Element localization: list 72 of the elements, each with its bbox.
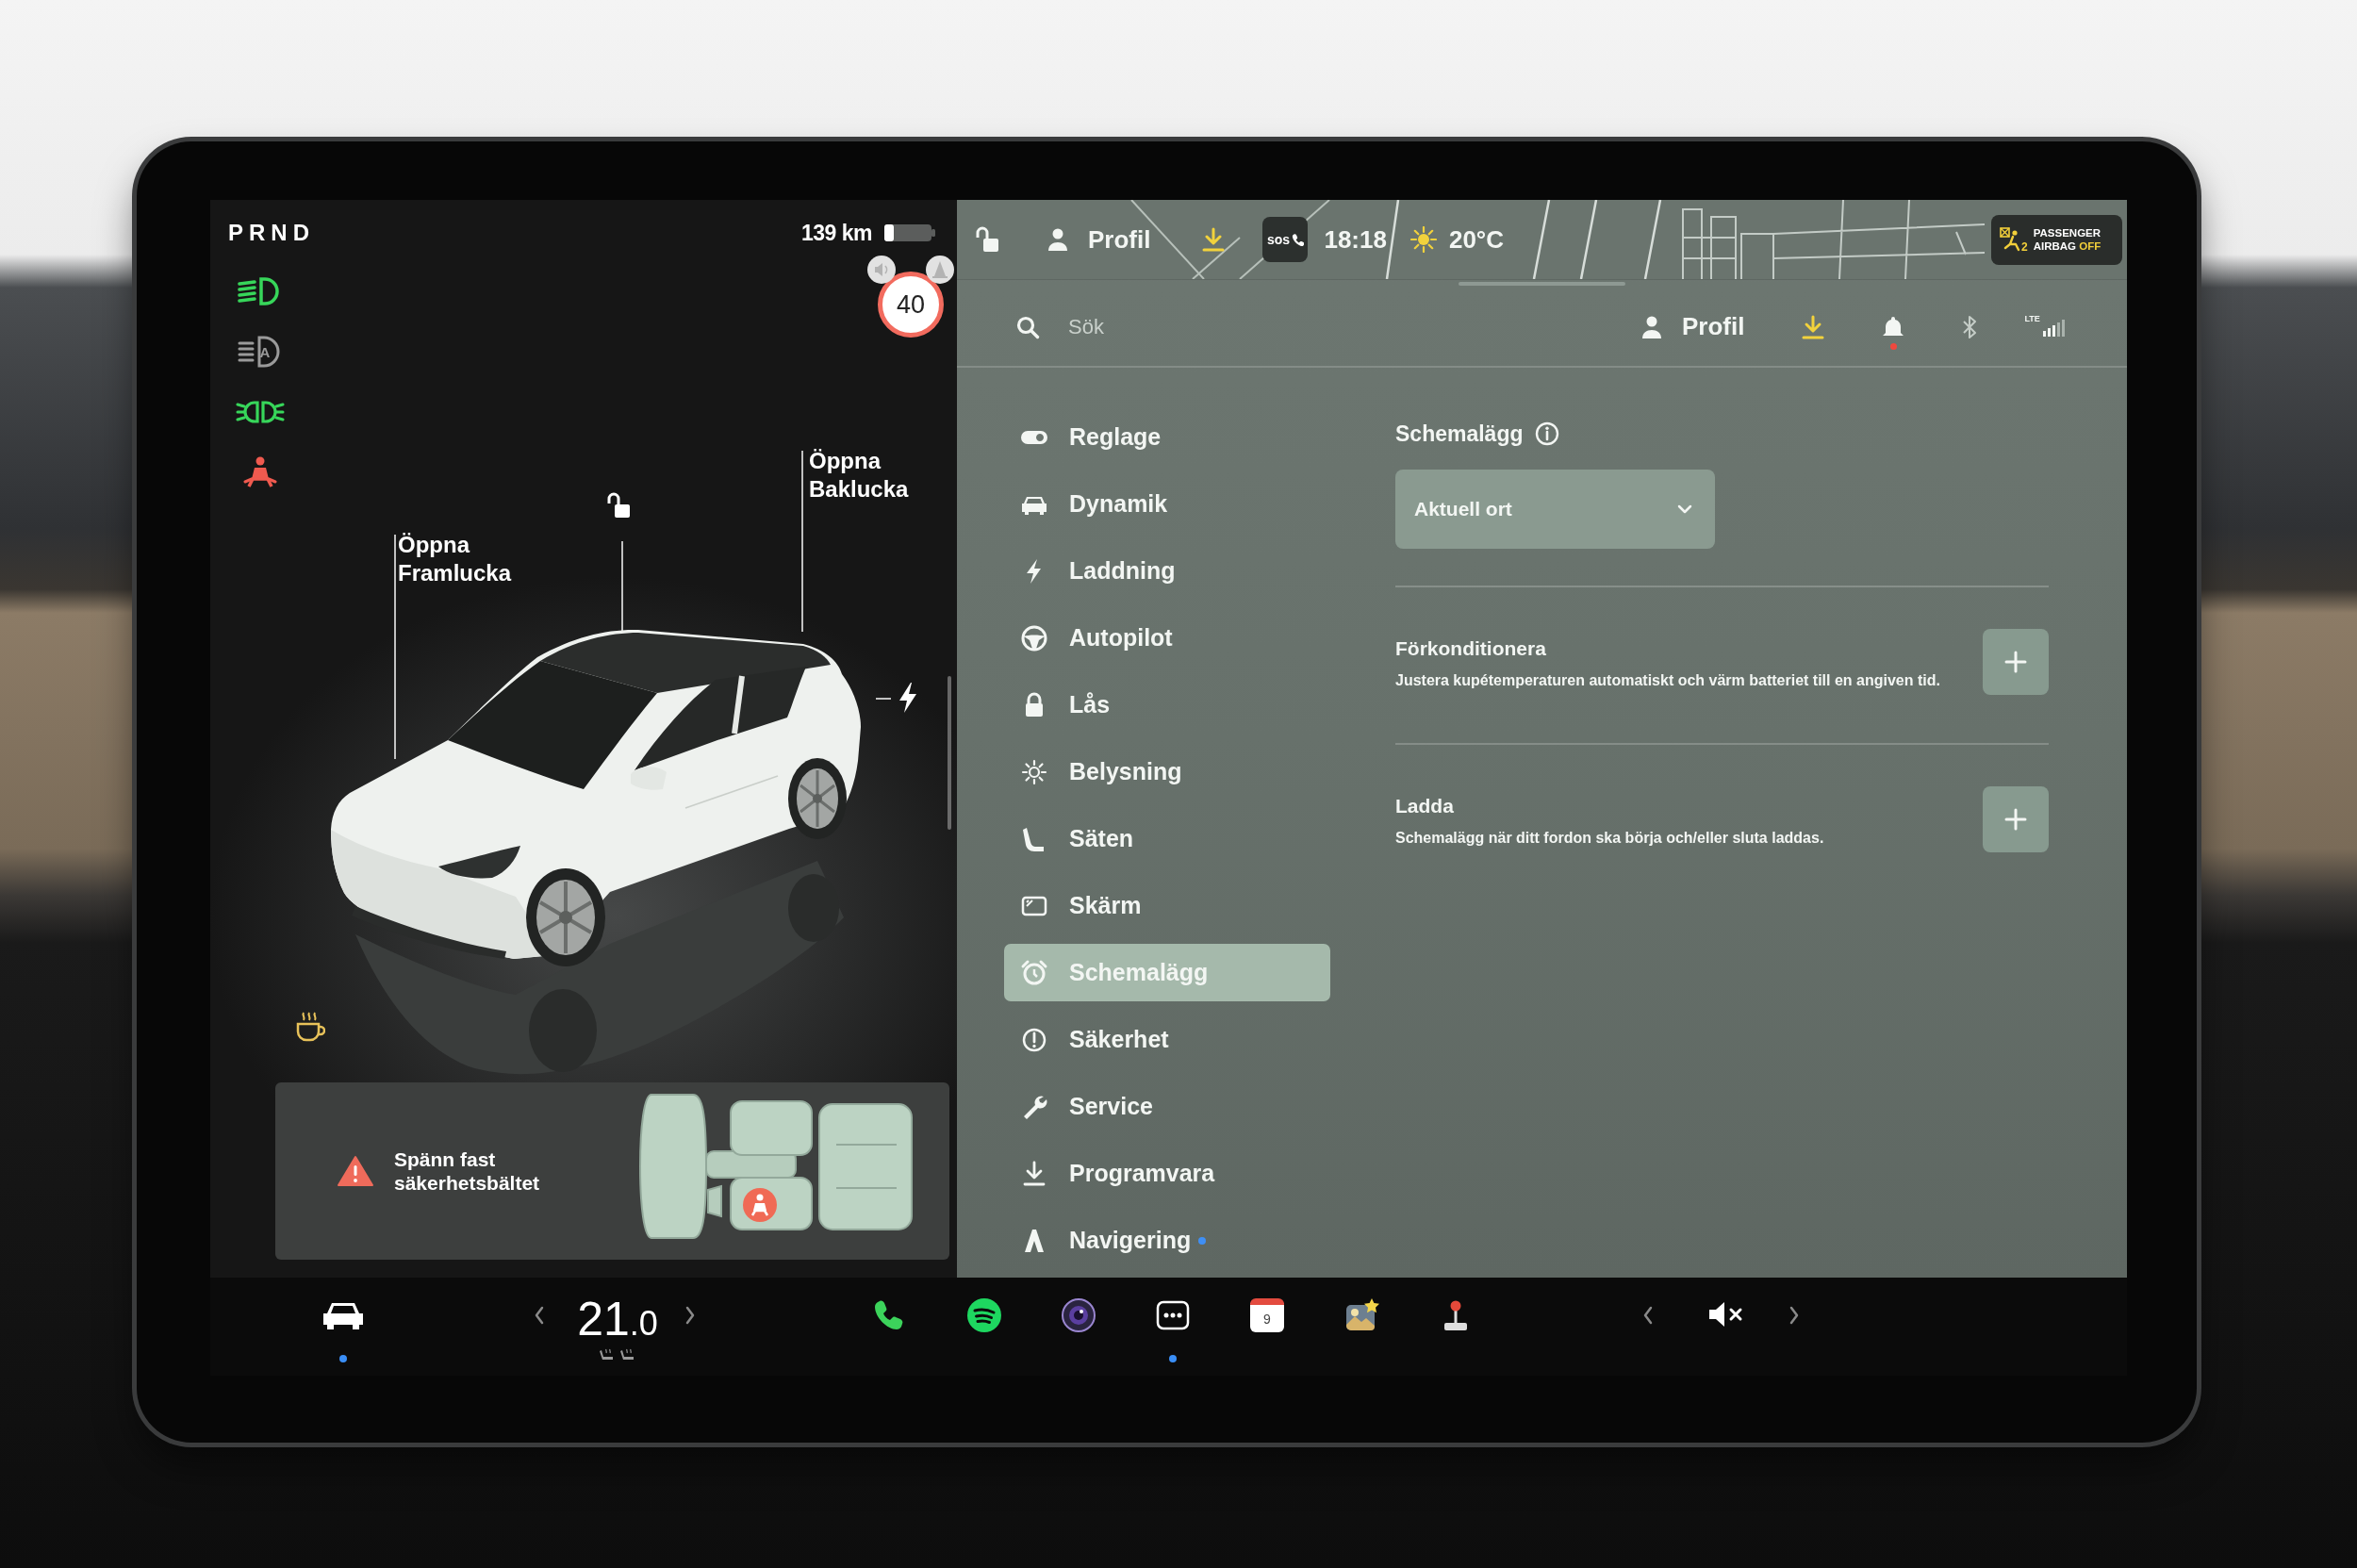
download-icon[interactable] bbox=[1801, 313, 1826, 340]
profile-button[interactable]: Profil bbox=[1640, 312, 1745, 341]
schedule-description: Justera kupétemperaturen automatiskt och värm batteriet till en angiven tid. bbox=[1395, 671, 1941, 690]
menu-item[interactable]: Navigering bbox=[1004, 1212, 1330, 1269]
battery-icon bbox=[883, 223, 936, 243]
star-box-icon[interactable] bbox=[1343, 1298, 1379, 1332]
drag-handle[interactable] bbox=[1459, 282, 1625, 286]
airbag-status-text: PASSENGER AIRBAG OFF bbox=[2033, 226, 2102, 253]
speed-limit-sign: 40 bbox=[878, 272, 944, 338]
menu-item[interactable]: Säten bbox=[1004, 810, 1330, 867]
cabin-temperature: 21.0 bbox=[577, 1298, 658, 1345]
info-icon[interactable] bbox=[1534, 421, 1559, 446]
seat-heater-icon[interactable] bbox=[619, 1348, 636, 1362]
chevron-right-icon[interactable] bbox=[684, 1304, 697, 1327]
sun-icon bbox=[1409, 226, 1437, 253]
location-dropdown[interactable]: Aktuell ort bbox=[1395, 470, 1715, 549]
schedule-description: Schemalägg när ditt fordon ska börja och/eller sluta laddas. bbox=[1395, 829, 1825, 848]
gear-selector: PRND bbox=[228, 220, 315, 246]
section-heading: Schemalägg bbox=[1395, 421, 1524, 448]
traffic-cone-icon[interactable] bbox=[925, 255, 955, 285]
chevron-right-icon[interactable] bbox=[1788, 1304, 1801, 1327]
alert-message: Spänn fast säkerhetsbältet bbox=[394, 1147, 540, 1195]
chevron-left-icon[interactable] bbox=[533, 1304, 546, 1327]
leader-line bbox=[876, 698, 891, 700]
coffee-cup-icon[interactable] bbox=[295, 1011, 325, 1043]
clock-time: 18:18 bbox=[1324, 224, 1387, 255]
seat-number: 2 bbox=[2021, 239, 2028, 254]
airbag-off-icon bbox=[2000, 227, 2020, 252]
speaker-icon[interactable] bbox=[866, 255, 897, 285]
more-icon[interactable] bbox=[1156, 1298, 1190, 1332]
door-label[interactable]: Öppna Framlucka bbox=[398, 531, 512, 587]
schedule-title: Förkonditionera bbox=[1395, 636, 1547, 661]
plus-icon bbox=[2003, 807, 2028, 832]
outside-temperature: 20°C bbox=[1448, 224, 1505, 255]
camera-lens-icon[interactable] bbox=[1062, 1298, 1096, 1332]
seat-heater-icon[interactable] bbox=[599, 1348, 616, 1362]
calendar-icon[interactable]: 9 bbox=[1250, 1298, 1284, 1332]
phone-icon bbox=[1292, 233, 1304, 246]
menu-item[interactable]: Dynamik bbox=[1004, 475, 1330, 533]
light-icon bbox=[1020, 757, 1048, 786]
search-field[interactable]: Sök bbox=[1068, 307, 1445, 346]
seatbelt-warning-icon bbox=[743, 1188, 777, 1222]
download-icon[interactable] bbox=[1201, 226, 1227, 253]
steering-wheel-icon bbox=[1020, 623, 1048, 652]
plus-icon bbox=[2003, 650, 2028, 674]
menu-item[interactable]: Autopilot bbox=[1004, 609, 1330, 667]
chevron-down-icon bbox=[1677, 504, 1692, 514]
signal-icon bbox=[2041, 317, 2065, 337]
menu-item[interactable]: Programvara bbox=[1004, 1145, 1330, 1202]
bluetooth-icon[interactable] bbox=[1962, 314, 1978, 339]
menu-item[interactable]: Laddning bbox=[1004, 542, 1330, 600]
lightning-icon[interactable] bbox=[898, 682, 918, 714]
menu-item[interactable]: Reglage bbox=[1004, 408, 1330, 466]
menu-item[interactable]: Service bbox=[1004, 1078, 1330, 1135]
menu-item[interactable]: Skärm bbox=[1004, 877, 1330, 934]
schedule-title: Ladda bbox=[1395, 794, 1455, 818]
menu-item[interactable]: Säkerhet bbox=[1004, 1011, 1330, 1068]
person-icon bbox=[1640, 314, 1663, 339]
door-label[interactable]: Öppna Baklucka bbox=[809, 447, 909, 503]
lock-icon[interactable] bbox=[606, 492, 633, 520]
chevron-left-icon[interactable] bbox=[1641, 1304, 1655, 1327]
warning-icon bbox=[338, 1155, 373, 1187]
range-reading: 139 km bbox=[801, 220, 872, 246]
menu-item[interactable]: Lås bbox=[1004, 676, 1330, 734]
menu-item[interactable]: Belysning bbox=[1004, 743, 1330, 801]
alarm-clock-icon bbox=[1020, 958, 1048, 987]
network-type-label: LTE bbox=[2024, 313, 2040, 323]
music-icon[interactable] bbox=[967, 1298, 1001, 1332]
search-icon[interactable] bbox=[1015, 314, 1040, 339]
person-icon bbox=[1047, 227, 1069, 252]
profile-button[interactable]: Profil bbox=[1047, 224, 1151, 255]
sos-button[interactable]: sos bbox=[1262, 217, 1309, 262]
